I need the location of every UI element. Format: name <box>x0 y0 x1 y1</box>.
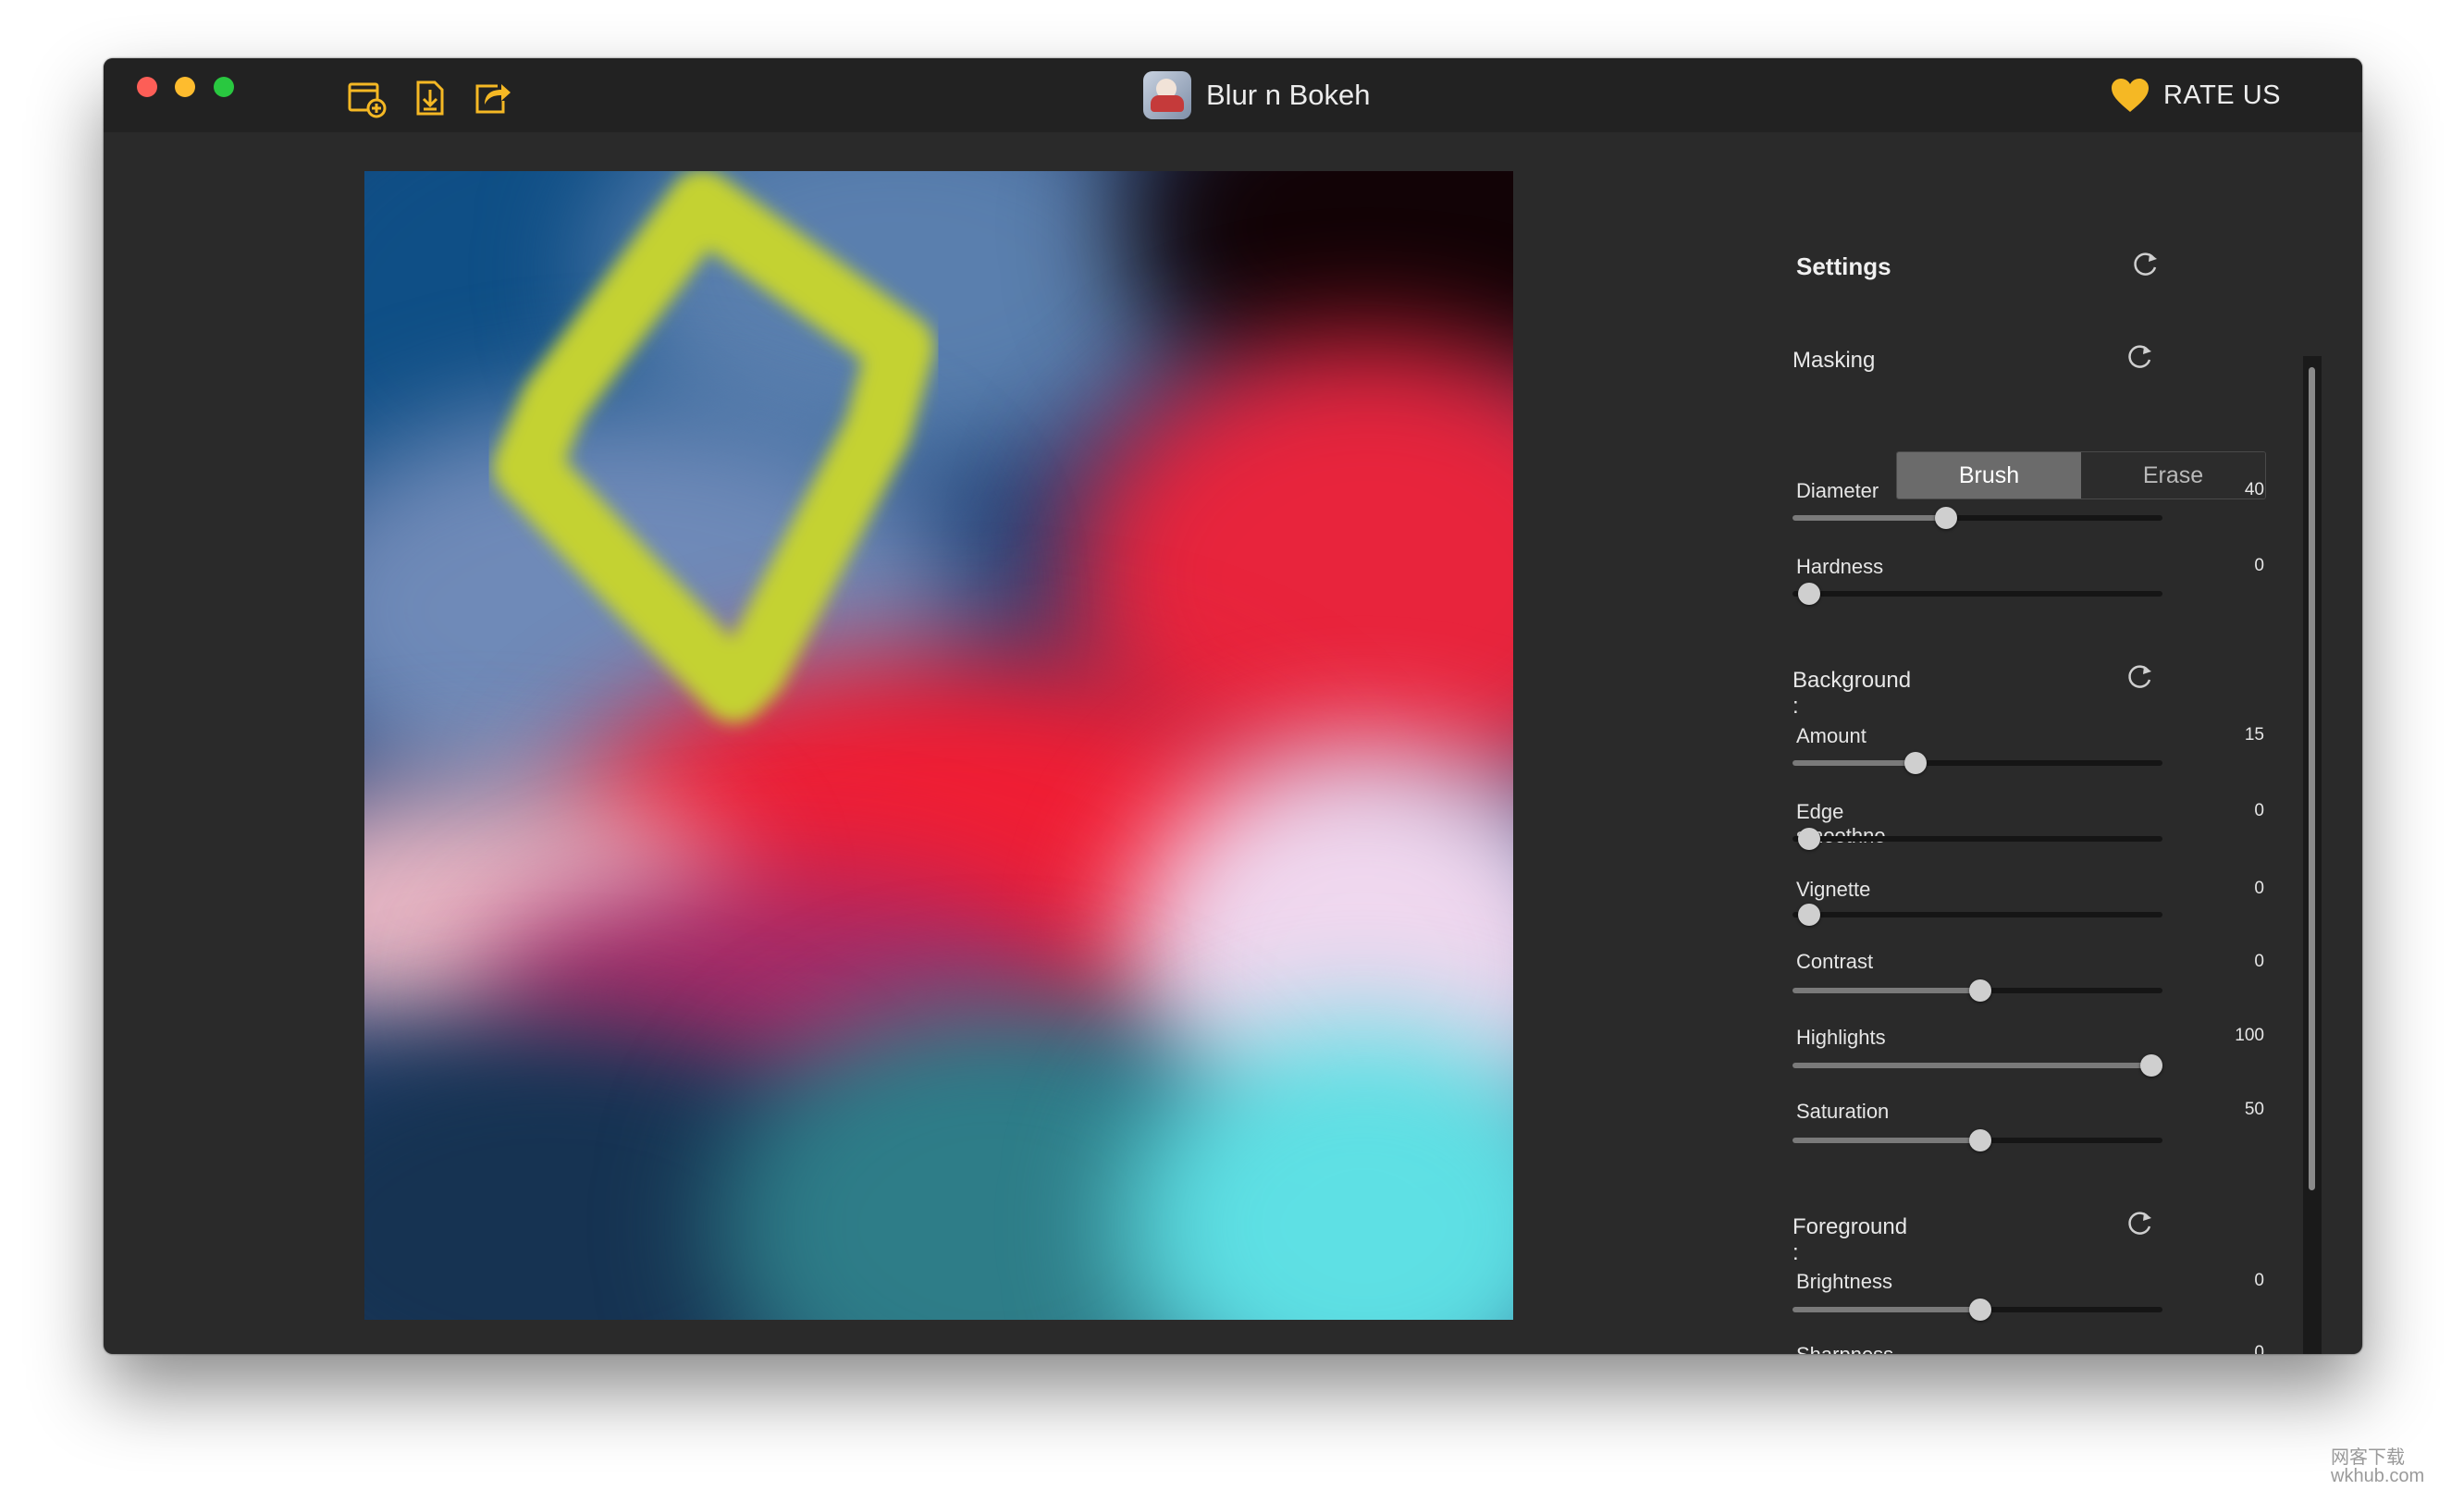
highlights-slider-thumb[interactable] <box>2140 1054 2162 1077</box>
reset-background-icon[interactable] <box>2124 661 2155 693</box>
hardness-value: 0 <box>2254 556 2264 575</box>
share-icon[interactable] <box>470 77 512 119</box>
sharpness-label: Sharpness <box>1796 1343 1893 1354</box>
contrast-label: Contrast <box>1796 950 1874 973</box>
new-project-icon[interactable] <box>346 77 388 119</box>
vignette-value: 0 <box>2254 879 2264 898</box>
amount-slider[interactable] <box>1793 760 2162 766</box>
background-title: Background : <box>1793 668 1912 719</box>
hardness-slider-thumb[interactable] <box>1798 583 1820 605</box>
contrast-slider-thumb[interactable] <box>1969 979 1991 1002</box>
sharpness-value: 0 <box>2254 1343 2264 1354</box>
amount-slider-thumb[interactable] <box>1903 752 1927 774</box>
heart-icon <box>2111 79 2149 112</box>
amount-value: 15 <box>2244 725 2264 745</box>
reset-settings-icon[interactable] <box>2129 249 2161 280</box>
reset-foreground-icon[interactable] <box>2124 1208 2155 1239</box>
saturation-value: 50 <box>2244 1100 2264 1119</box>
save-download-icon[interactable] <box>409 77 451 119</box>
edge-smoothness-slider-thumb[interactable] <box>1798 828 1820 850</box>
brightness-slider-thumb[interactable] <box>1969 1299 1991 1321</box>
minimize-window-button[interactable] <box>175 77 195 97</box>
brightness-value: 0 <box>2254 1271 2264 1290</box>
diameter-slider-thumb[interactable] <box>1935 507 1957 529</box>
app-logo-icon <box>1143 71 1191 119</box>
image-canvas[interactable] <box>364 171 1513 1320</box>
diameter-value: 40 <box>2244 480 2264 499</box>
foreground-title: Foreground : <box>1793 1214 1908 1265</box>
brush-mode-button[interactable]: Brush <box>1897 452 2081 499</box>
masking-title: Masking <box>1793 348 1876 373</box>
highlights-value: 100 <box>2235 1026 2264 1045</box>
vignette-label: Vignette <box>1796 878 1871 901</box>
diameter-slider[interactable] <box>1793 515 2162 521</box>
brightness-label: Brightness <box>1796 1270 1892 1293</box>
edge-smoothness-value: 0 <box>2254 801 2264 820</box>
app-window: Blur n Bokeh RATE US Settings Masking Br… <box>104 58 2362 1354</box>
watermark-line-1: 网客下载 <box>2331 1447 2405 1468</box>
saturation-slider-thumb[interactable] <box>1969 1129 1991 1151</box>
settings-title: Settings <box>1796 252 1891 280</box>
highlights-label: Highlights <box>1796 1026 1886 1049</box>
close-window-button[interactable] <box>137 77 157 97</box>
hardness-label: Hardness <box>1796 555 1884 578</box>
diameter-label: Diameter <box>1796 479 1879 502</box>
title-bar: Blur n Bokeh RATE US <box>104 58 2362 132</box>
mask-stroke <box>493 171 934 722</box>
watermark-line-2: wkhub.com <box>2331 1466 2425 1486</box>
vignette-slider[interactable] <box>1793 912 2162 917</box>
zoom-window-button[interactable] <box>214 77 234 97</box>
app-title: Blur n Bokeh <box>1143 69 1371 121</box>
edge-smoothness-slider[interactable] <box>1793 836 2162 842</box>
rate-us-label: RATE US <box>2162 80 2281 110</box>
reset-masking-icon[interactable] <box>2124 341 2155 373</box>
rate-us-button[interactable]: RATE US <box>2110 71 2281 119</box>
contrast-value: 0 <box>2254 952 2264 971</box>
settings-scrollbar[interactable] <box>2303 356 2322 1354</box>
watermark: 网客下载 wkhub.com <box>2331 1448 2424 1485</box>
highlights-slider[interactable] <box>1793 1063 2162 1068</box>
settings-scrollbar-thumb[interactable] <box>2309 367 2315 1190</box>
vignette-slider-thumb[interactable] <box>1798 904 1820 926</box>
app-name: Blur n Bokeh <box>1206 79 1371 111</box>
amount-label: Amount <box>1796 724 1866 747</box>
saturation-label: Saturation <box>1796 1100 1890 1123</box>
hardness-slider[interactable] <box>1793 591 2162 597</box>
